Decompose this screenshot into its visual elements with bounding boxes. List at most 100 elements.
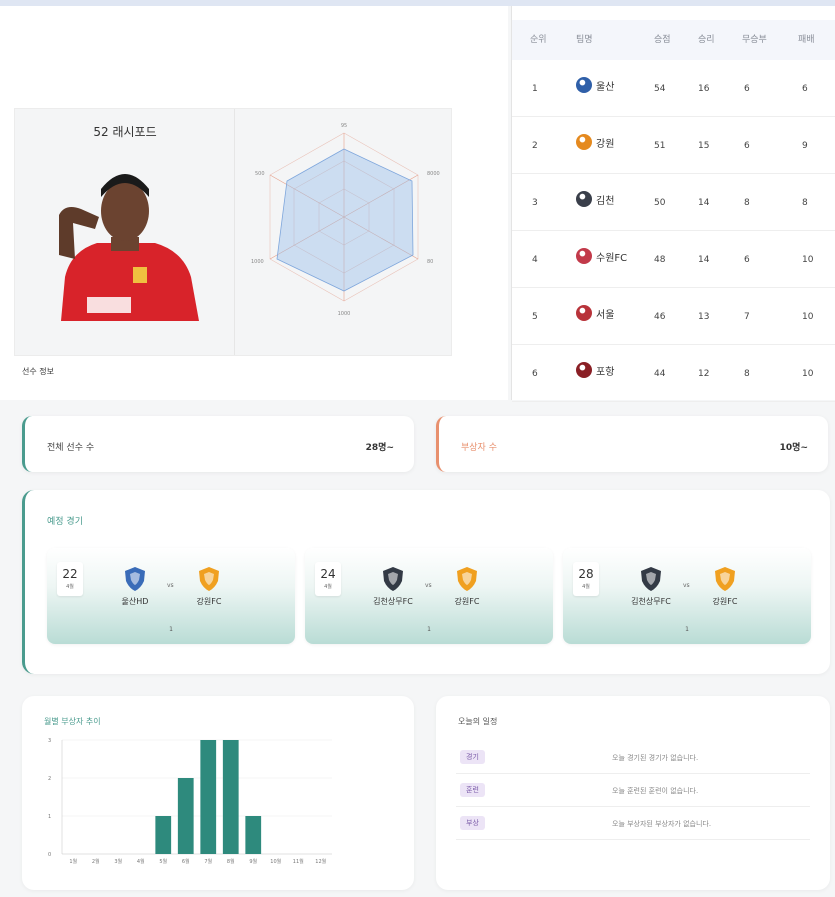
player-photo-box: 52 래시포드: [15, 109, 235, 355]
standings-cell-points: 48: [654, 255, 666, 265]
standings-row[interactable]: 6 44 12 8 10 포항: [512, 345, 835, 402]
x-tick-label: 6월: [182, 858, 190, 865]
radar-svg: 95 8000 80 1000 1000 500: [251, 123, 440, 317]
radar-label-topleft: 500: [255, 171, 265, 177]
x-tick-label: 3월: [114, 858, 122, 865]
standings-cell-losses: 10: [802, 312, 814, 322]
standings-cell-draws: 8: [744, 369, 750, 379]
team-emblem-icon: [576, 77, 592, 93]
total-players-card[interactable]: 전체 선수 수 28명~: [22, 416, 414, 472]
standings-row[interactable]: 1 54 16 6 6 울산: [512, 60, 835, 117]
match-card[interactable]: 22 4월 울산HD vs 강원FC 1: [47, 548, 295, 644]
standings-cell-draws: 6: [744, 141, 750, 151]
x-tick-label: 10월: [270, 858, 281, 865]
upcoming-matches-title: 예정 경기: [47, 517, 83, 527]
schedule-tag: 부상: [460, 816, 485, 830]
home-team-crest-icon: [641, 567, 661, 591]
th-points: 승점: [654, 35, 671, 45]
x-tick-label: 11월: [293, 858, 304, 865]
schedule-row[interactable]: 경기 오늘 경기된 경기가 없습니다.: [456, 742, 810, 774]
league-standings-table: 순위 팀명 승점 승리 무승부 패배 1 54 16 6 6 울산 2 51 15 6 9 강원 3 50…: [511, 6, 835, 402]
standings-cell-points: 50: [654, 198, 666, 208]
upcoming-matches-panel: 예정 경기 22 4월 울산HD vs 강원FC 1 24 4월 김천상무FC vs 강원FC 1 28…: [22, 490, 830, 674]
standings-cell-wins: 16: [698, 84, 710, 94]
standings-cell-draws: 6: [744, 84, 750, 94]
y-tick-label: 3: [48, 738, 51, 744]
y-tick-label: 0: [48, 852, 51, 858]
chart-bar: [245, 816, 262, 854]
vs-label: vs: [683, 582, 690, 589]
player-name: 52 래시포드: [93, 125, 157, 139]
radar-label-topright: 8000: [427, 171, 440, 177]
standings-cell-points: 44: [654, 369, 666, 379]
match-card[interactable]: 28 4월 김천상무FC vs 강원FC 1: [563, 548, 811, 644]
standings-cell-wins: 13: [698, 312, 710, 322]
home-team-crest-icon: [383, 567, 403, 591]
total-players-label: 전체 선수 수: [47, 443, 95, 453]
standings-team: 포항: [576, 362, 614, 378]
schedule-tag: 훈련: [460, 783, 485, 797]
team-name: 김천: [596, 195, 615, 207]
match-day: 22: [62, 567, 78, 581]
y-tick-label: 1: [48, 814, 51, 820]
away-team-crest-icon: [199, 567, 219, 591]
standings-cell-rank: 2: [532, 141, 538, 151]
standings-row[interactable]: 5 46 13 7 10 서울: [512, 288, 835, 345]
away-team-name: 강원FC: [712, 597, 738, 606]
standings-team: 서울: [576, 305, 614, 321]
match-day: 28: [578, 567, 594, 581]
away-team-crest-icon: [457, 567, 477, 591]
standings-cell-wins: 14: [698, 255, 710, 265]
standings-row[interactable]: 2 51 15 6 9 강원: [512, 117, 835, 174]
match-month: 4월: [66, 584, 74, 590]
standings-team: 수원FC: [576, 248, 627, 264]
player-radar-chart: 95 8000 80 1000 1000 500: [237, 109, 451, 355]
th-team: 팀명: [576, 35, 593, 45]
monthly-injury-chart-panel: 월별 부상자 추이 0 1 2 3 1월 2월 3월 4월 5월 6월 7월 8월 9월 10월 11월 12…: [22, 696, 414, 890]
home-team-name: 울산HD: [121, 597, 149, 606]
x-tick-label: 5월: [159, 858, 167, 865]
x-tick-label: 2월: [92, 858, 100, 865]
home-team-name: 김천상무FC: [373, 597, 413, 606]
standings-cell-wins: 14: [698, 198, 710, 208]
y-tick-label: 2: [48, 776, 51, 782]
standings-cell-draws: 6: [744, 255, 750, 265]
match-month: 4월: [324, 584, 332, 590]
schedule-text: 오늘 훈련된 훈련이 없습니다.: [612, 787, 699, 795]
standings-row[interactable]: 3 50 14 8 8 김천: [512, 174, 835, 231]
injured-players-card[interactable]: 부상자 수 10명~: [436, 416, 828, 472]
standings-cell-losses: 9: [802, 141, 808, 151]
home-team: 울산HD: [105, 566, 165, 607]
radar-label-bottomright: 80: [427, 259, 433, 265]
match-date: 24 4월: [315, 562, 341, 596]
standings-cell-points: 54: [654, 84, 666, 94]
standings-header: [512, 20, 835, 60]
today-schedule-panel: 오늘의 일정 경기 오늘 경기된 경기가 없습니다. 훈련 오늘 훈련된 훈련이 없습…: [436, 696, 830, 890]
team-name: 울산: [596, 81, 615, 93]
th-rank: 순위: [530, 35, 547, 45]
away-team-name: 강원FC: [196, 597, 222, 606]
standings-cell-points: 46: [654, 312, 666, 322]
team-name: 서울: [596, 309, 615, 321]
standings-cell-draws: 7: [744, 312, 750, 322]
schedule-title: 오늘의 일정: [458, 717, 498, 726]
standings-cell-wins: 15: [698, 141, 710, 151]
home-team: 김천상무FC: [363, 566, 423, 607]
team-name: 수원FC: [596, 252, 628, 264]
radar-label-bottom: 1000: [338, 311, 351, 317]
standings-cell-losses: 6: [802, 84, 808, 94]
match-extra: 1: [427, 626, 431, 633]
standings-row[interactable]: 4 48 14 6 10 수원FC: [512, 231, 835, 288]
th-losses: 패배: [798, 35, 815, 45]
schedule-row[interactable]: 훈련 오늘 훈련된 훈련이 없습니다.: [456, 775, 810, 807]
radar-label-bottomleft: 1000: [251, 259, 264, 265]
injured-players-value: 10명~: [779, 443, 808, 453]
match-card[interactable]: 24 4월 김천상무FC vs 강원FC 1: [305, 548, 553, 644]
standings-team: 김천: [576, 191, 614, 207]
schedule-row[interactable]: 부상 오늘 부상자된 부상자가 없습니다.: [456, 808, 810, 840]
match-extra: 1: [169, 626, 173, 633]
away-team-name: 강원FC: [454, 597, 480, 606]
x-tick-label: 4월: [137, 858, 145, 865]
schedule-tag: 경기: [460, 750, 485, 764]
team-emblem-icon: [576, 248, 592, 264]
